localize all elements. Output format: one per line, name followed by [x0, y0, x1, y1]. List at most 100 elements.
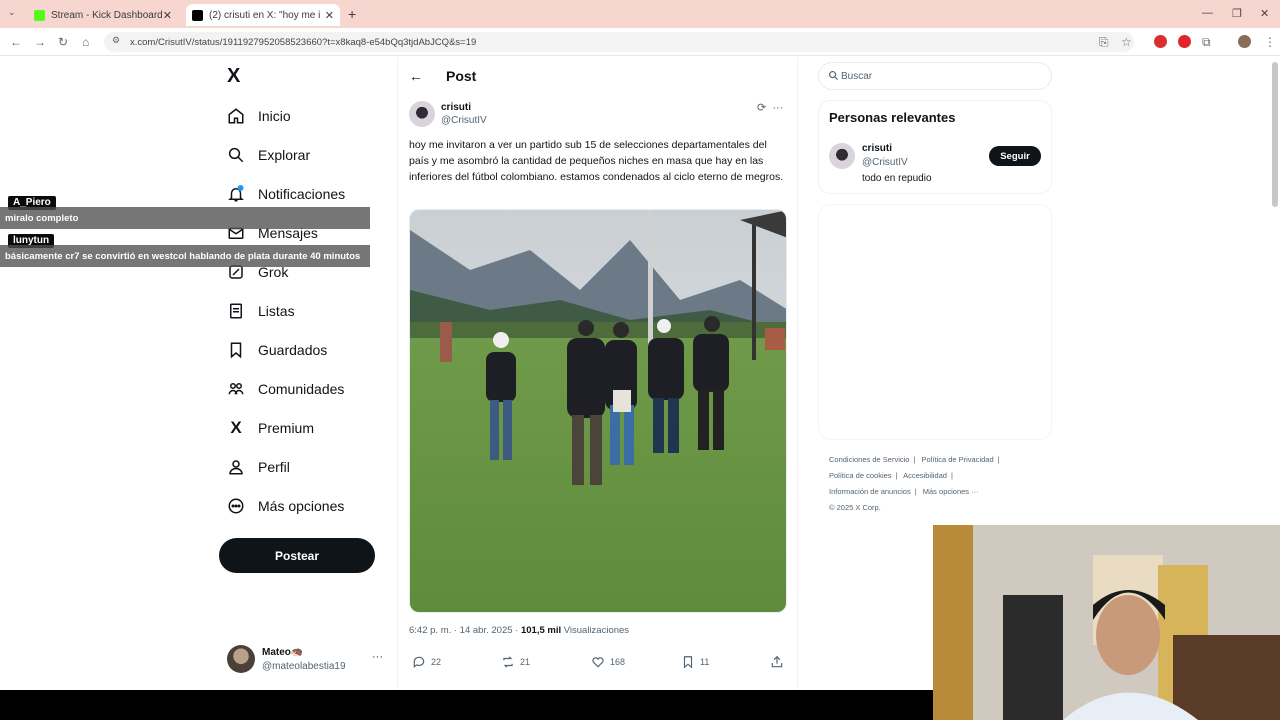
search-input[interactable]: Buscar	[818, 62, 1052, 90]
avatar[interactable]	[829, 143, 855, 169]
nav-item-notificaciones[interactable]: Notificaciones	[227, 179, 345, 209]
maximize-icon[interactable]: ❐	[1232, 7, 1242, 20]
site-info-icon[interactable]: ⚙	[112, 35, 120, 46]
chat-message: miralo completo	[0, 207, 370, 229]
scrollbar[interactable]	[1272, 62, 1278, 207]
repost-button[interactable]: 21	[501, 655, 530, 669]
browser-menu-icon[interactable]: ⋮	[1264, 35, 1276, 49]
post-text: hoy me invitaron a ver un partido sub 15…	[409, 139, 784, 183]
nav-label: Perfil	[258, 459, 290, 475]
reply-button[interactable]: 22	[412, 655, 441, 669]
home-icon	[227, 107, 245, 125]
divider	[397, 58, 398, 690]
nav-item-comunidades[interactable]: Comunidades	[227, 374, 344, 404]
profile-avatar-icon[interactable]	[1238, 35, 1251, 48]
x-favicon-icon	[192, 9, 203, 21]
share-button[interactable]	[770, 655, 789, 669]
relevant-people-title: Personas relevantes	[829, 110, 956, 125]
post-time[interactable]: 6:42 p. m. · 14 abr. 2025 ·	[409, 625, 521, 636]
divider	[797, 58, 798, 690]
bookmark-button[interactable]: 11	[681, 655, 709, 669]
nav-item-perfil[interactable]: Perfil	[227, 452, 290, 482]
footer-link[interactable]: Información de anuncios	[829, 487, 911, 496]
account-name: Mateo🦔	[262, 647, 304, 658]
like-button[interactable]: 168	[591, 655, 625, 669]
close-window-icon[interactable]: ✕	[1260, 7, 1269, 20]
nav-label: Más opciones	[258, 498, 345, 514]
minimize-icon[interactable]: —	[1202, 7, 1213, 19]
new-tab-button[interactable]: +	[348, 6, 356, 22]
footer-links: Condiciones de Servicio | Política de Pri…	[829, 452, 1039, 516]
trends-placeholder	[818, 204, 1052, 440]
footer-link[interactable]: Condiciones de Servicio	[829, 455, 909, 464]
more-icon[interactable]: ···	[372, 651, 383, 663]
person-icon	[227, 458, 245, 476]
chat-message: básicamente cr7 se convirtió en westcol …	[0, 245, 370, 267]
avatar[interactable]	[409, 101, 435, 127]
footer-link[interactable]: Política de cookies	[829, 471, 892, 480]
tab-search-icon[interactable]: ⌄	[8, 7, 16, 18]
follow-button[interactable]: Seguir	[989, 146, 1041, 166]
post-image[interactable]	[409, 209, 787, 613]
url-field[interactable]: ⚙ x.com/CrisutIV/status/1911927952058523…	[104, 32, 1134, 52]
post-button[interactable]: Postear	[219, 538, 375, 573]
nav-label: Notificaciones	[258, 186, 346, 202]
nav-item-premium[interactable]: X Premium	[227, 413, 314, 443]
footer-link[interactable]: Política de Privacidad	[922, 455, 994, 464]
forward-icon[interactable]: →	[34, 35, 46, 49]
x-logo[interactable]: X	[227, 65, 240, 88]
share-icon	[771, 655, 783, 668]
like-count: 168	[610, 657, 626, 667]
author-name[interactable]: crisuti	[441, 102, 471, 113]
extension-opera-icon[interactable]	[1178, 35, 1191, 48]
repost-count: 21	[520, 657, 531, 667]
reload-icon[interactable]: ↻	[58, 35, 68, 49]
webcam-image	[933, 525, 1280, 720]
install-icon[interactable]: ⎘	[1099, 35, 1109, 50]
account-switcher[interactable]: Mateo🦔 @mateolabestia19 ···	[227, 645, 387, 675]
account-handle: @mateolabestia19	[262, 661, 346, 672]
nav-item-mas-opciones[interactable]: Más opciones	[227, 491, 344, 521]
close-icon[interactable]: ✕	[325, 9, 334, 22]
nav-item-listas[interactable]: Listas	[227, 296, 295, 326]
tab-kick-dashboard[interactable]: Stream - Kick Dashboard ✕	[28, 4, 178, 26]
extension-adblock-icon[interactable]	[1154, 35, 1167, 48]
bookmark-star-icon[interactable]: ☆	[1121, 35, 1132, 49]
footer-separator: |	[895, 471, 898, 480]
views-count: 101,5 mil	[520, 625, 562, 636]
nav-label: Guardados	[258, 342, 328, 358]
footer-separator: |	[950, 471, 953, 480]
author-handle[interactable]: @CrisutIV	[441, 115, 487, 126]
footer-separator: |	[913, 455, 916, 464]
nav-item-explorar[interactable]: Explorar	[227, 140, 310, 170]
nav-label: Explorar	[258, 147, 311, 163]
footer-link[interactable]: Más opciones ···	[923, 487, 979, 496]
nav-label: Comunidades	[258, 381, 345, 397]
search-icon	[227, 146, 245, 164]
nav-label: Listas	[258, 303, 295, 319]
kick-favicon-icon	[34, 9, 45, 21]
grok-icon[interactable]: ⟳	[757, 102, 766, 114]
home-browser-icon[interactable]: ⌂	[82, 35, 89, 49]
relevant-name[interactable]: crisuti	[862, 143, 892, 154]
footer-separator: |	[914, 487, 917, 496]
tab-x-post[interactable]: (2) crisuti en X: "hoy me invitaro ✕	[186, 4, 340, 26]
page-title: Post	[446, 68, 477, 84]
relevant-handle[interactable]: @CrisutIV	[862, 157, 908, 168]
nav-item-guardados[interactable]: Guardados	[227, 335, 327, 365]
back-icon[interactable]: ←	[10, 35, 22, 49]
more-icon[interactable]: ···	[772, 102, 783, 114]
back-arrow-icon[interactable]: ←	[409, 68, 423, 84]
nav-item-inicio[interactable]: Inicio	[227, 101, 291, 131]
bottom-bar	[0, 690, 933, 720]
nav-label: Premium	[258, 420, 315, 436]
reply-count: 22	[431, 657, 442, 667]
footer-link[interactable]: Accesibilidad	[903, 471, 947, 480]
post-options: ⟳ ···	[757, 101, 783, 114]
webcam-overlay	[933, 525, 1280, 720]
heart-icon	[592, 657, 604, 668]
bookmark-icon	[683, 656, 693, 669]
communities-icon	[227, 380, 245, 398]
extensions-icon[interactable]: ⧉	[1202, 35, 1211, 50]
close-icon[interactable]: ✕	[163, 9, 172, 22]
